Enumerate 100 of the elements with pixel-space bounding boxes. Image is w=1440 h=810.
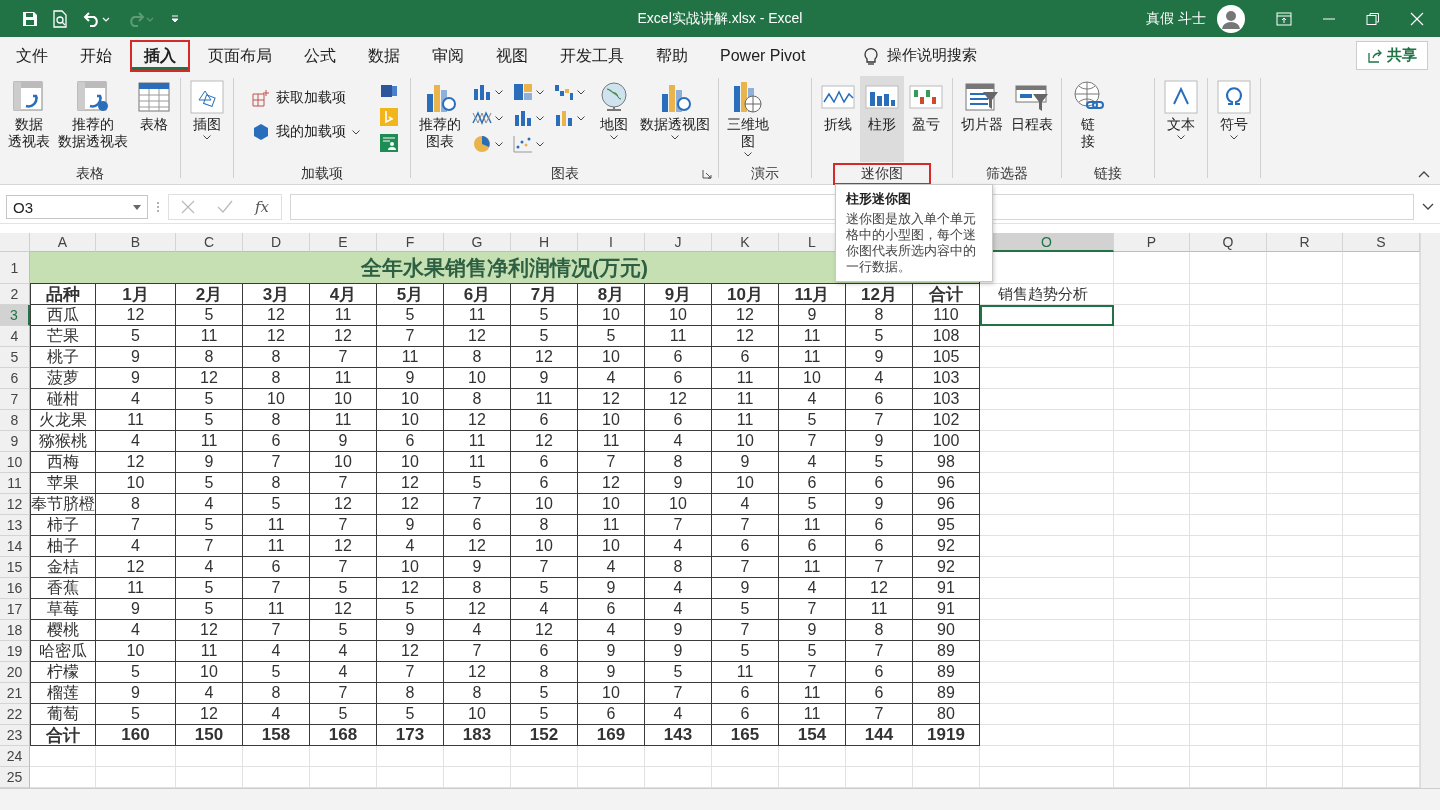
ribbon-button[interactable]: 文本 xyxy=(1159,76,1203,162)
chart-type-button[interactable] xyxy=(471,82,504,102)
empty-cell[interactable] xyxy=(1114,536,1190,557)
menu-tab[interactable]: 审阅 xyxy=(418,39,478,72)
row-header[interactable]: 5 xyxy=(0,347,30,368)
empty-cell[interactable] xyxy=(1267,473,1343,494)
user-name[interactable]: 真假 斗士 xyxy=(1146,9,1206,28)
empty-cell[interactable] xyxy=(1114,515,1190,536)
row-header[interactable]: 7 xyxy=(0,389,30,410)
cancel-icon[interactable] xyxy=(181,200,195,214)
empty-cell[interactable] xyxy=(1114,326,1190,347)
menu-tab[interactable]: 开发工具 xyxy=(546,39,638,72)
ribbon-button[interactable]: 日程表 xyxy=(1007,76,1057,162)
customize-icon[interactable] xyxy=(170,13,180,24)
empty-cell[interactable] xyxy=(980,683,1114,704)
menu-tab[interactable]: 页面布局 xyxy=(194,39,286,72)
empty-cell[interactable] xyxy=(1267,599,1343,620)
empty-cell[interactable] xyxy=(1114,473,1190,494)
empty-cell[interactable] xyxy=(980,620,1114,641)
empty-cell[interactable] xyxy=(1267,431,1343,452)
row-header[interactable]: 9 xyxy=(0,431,30,452)
empty-cell[interactable] xyxy=(980,641,1114,662)
empty-cell[interactable] xyxy=(1190,473,1267,494)
empty-cell[interactable] xyxy=(980,326,1114,347)
empty-cell[interactable] xyxy=(1267,326,1343,347)
empty-cell[interactable] xyxy=(1267,305,1343,326)
empty-cell[interactable] xyxy=(1267,252,1343,284)
empty-cell[interactable] xyxy=(1190,284,1267,305)
row-header[interactable]: 19 xyxy=(0,641,30,662)
ribbon-button[interactable]: 获取加载项 xyxy=(246,88,366,108)
row-header[interactable]: 22 xyxy=(0,704,30,725)
column-header[interactable]: R xyxy=(1267,233,1343,252)
empty-cell[interactable] xyxy=(980,578,1114,599)
row-header[interactable]: 8 xyxy=(0,410,30,431)
row-header[interactable]: 18 xyxy=(0,620,30,641)
empty-cell[interactable] xyxy=(980,557,1114,578)
empty-cell[interactable] xyxy=(1267,284,1343,305)
menu-tab[interactable]: 开始 xyxy=(66,39,126,72)
chart-type-button[interactable] xyxy=(553,82,586,102)
column-header[interactable]: J xyxy=(645,233,712,252)
empty-cell[interactable] xyxy=(1114,389,1190,410)
row-header[interactable]: 21 xyxy=(0,683,30,704)
row-header[interactable]: 20 xyxy=(0,662,30,683)
row-header[interactable]: 16 xyxy=(0,578,30,599)
ribbon-display-icon[interactable] xyxy=(1276,11,1292,26)
empty-cell[interactable] xyxy=(1267,725,1343,746)
column-header[interactable]: I xyxy=(578,233,645,252)
empty-cell[interactable] xyxy=(1190,410,1267,431)
dialog-launcher-icon[interactable] xyxy=(702,169,712,179)
chart-type-button[interactable] xyxy=(471,134,504,154)
column-header[interactable]: Q xyxy=(1190,233,1267,252)
empty-cell[interactable] xyxy=(1190,452,1267,473)
ribbon-button[interactable]: 推荐的 数据透视表 xyxy=(54,76,132,162)
empty-cell[interactable] xyxy=(980,431,1114,452)
menu-tab[interactable]: 公式 xyxy=(290,39,350,72)
empty-cell[interactable] xyxy=(1190,305,1267,326)
column-header[interactable]: A xyxy=(30,233,96,252)
empty-cell[interactable] xyxy=(1190,557,1267,578)
menu-tab[interactable]: 插入 xyxy=(130,39,190,72)
empty-cell[interactable] xyxy=(176,746,243,767)
select-all-corner[interactable] xyxy=(0,233,30,252)
menu-tab[interactable]: 数据 xyxy=(354,39,414,72)
column-header[interactable]: C xyxy=(176,233,243,252)
empty-cell[interactable] xyxy=(980,746,1114,767)
column-header[interactable]: H xyxy=(511,233,578,252)
empty-cell[interactable] xyxy=(1114,368,1190,389)
column-header[interactable]: D xyxy=(243,233,310,252)
name-box[interactable]: O3 xyxy=(6,195,148,219)
tell-me-search[interactable]: 操作说明搜索 xyxy=(887,46,978,65)
chart-type-button[interactable] xyxy=(512,134,545,154)
empty-cell[interactable] xyxy=(96,746,176,767)
empty-cell[interactable] xyxy=(645,746,712,767)
empty-cell[interactable] xyxy=(243,746,310,767)
menu-tab[interactable]: 帮助 xyxy=(642,39,702,72)
empty-cell[interactable] xyxy=(1114,725,1190,746)
empty-cell[interactable] xyxy=(310,746,377,767)
row-header[interactable]: 10 xyxy=(0,452,30,473)
selected-cell[interactable] xyxy=(980,305,1114,326)
ribbon-button[interactable]: 数据 透视表 xyxy=(4,76,54,162)
empty-cell[interactable] xyxy=(1114,662,1190,683)
empty-cell[interactable] xyxy=(1190,326,1267,347)
empty-cell[interactable] xyxy=(1190,368,1267,389)
empty-cell[interactable] xyxy=(1114,347,1190,368)
empty-cell[interactable] xyxy=(1267,494,1343,515)
empty-cell[interactable] xyxy=(1114,620,1190,641)
ribbon-button[interactable]: 盈亏 xyxy=(904,76,948,162)
insert-function-button[interactable]: fx xyxy=(255,198,269,216)
ribbon-button[interactable]: 三维地 图 xyxy=(723,76,773,162)
diagram-app-icon[interactable] xyxy=(380,82,398,100)
empty-cell[interactable] xyxy=(1190,725,1267,746)
search-app-icon[interactable] xyxy=(380,108,398,126)
row-header[interactable]: 15 xyxy=(0,557,30,578)
empty-cell[interactable] xyxy=(980,473,1114,494)
expand-icon[interactable] xyxy=(1422,203,1434,211)
empty-cell[interactable] xyxy=(1267,536,1343,557)
people-app-icon[interactable] xyxy=(380,134,398,152)
avatar-icon[interactable] xyxy=(1216,3,1246,34)
column-header[interactable]: G xyxy=(444,233,511,252)
empty-cell[interactable] xyxy=(1267,410,1343,431)
empty-cell[interactable] xyxy=(913,746,980,767)
